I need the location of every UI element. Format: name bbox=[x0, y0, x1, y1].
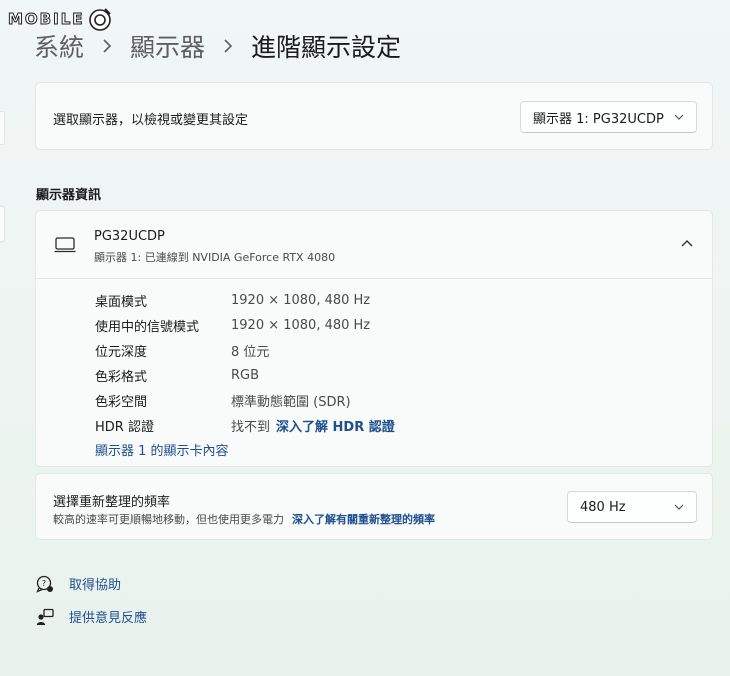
display-info-card: PG32UCDP 顯示器 1: 已連線到 NVIDIA GeForce RTX … bbox=[35, 210, 713, 467]
info-row-bit-depth: 位元深度 8 位元 bbox=[95, 338, 395, 363]
info-value: 標準動態範圍 (SDR) bbox=[231, 395, 351, 410]
chevron-right-icon bbox=[223, 38, 233, 54]
refresh-rate-learn-more-link[interactable]: 深入了解有關重新整理的頻率 bbox=[292, 513, 435, 526]
display-info-list: 桌面模式 1920 × 1080, 480 Hz 使用中的信號模式 1920 ×… bbox=[95, 288, 395, 438]
info-key: 使用中的信號模式 bbox=[95, 320, 200, 335]
give-feedback-link[interactable]: 提供意見反應 bbox=[36, 607, 147, 626]
select-display-card: 選取顯示器，以檢視或變更其設定 顯示器 1: PG32UCDP bbox=[35, 82, 713, 150]
get-help-label: 取得協助 bbox=[69, 578, 122, 593]
get-help-link[interactable]: ? 取得協助 bbox=[36, 574, 121, 593]
breadcrumb-item-system[interactable]: 系統 bbox=[34, 28, 84, 64]
info-value: 8 位元 bbox=[231, 345, 270, 360]
chevron-right-icon bbox=[102, 38, 112, 54]
nav-pane-edge bbox=[0, 206, 5, 242]
info-value: 1920 × 1080, 480 Hz bbox=[231, 318, 371, 333]
info-key: 色彩格式 bbox=[95, 370, 148, 385]
info-row-color-space: 色彩空間 標準動態範圍 (SDR) bbox=[95, 388, 395, 413]
info-row-color-format: 色彩格式 RGB bbox=[95, 363, 395, 388]
help-icon: ? bbox=[36, 575, 53, 593]
select-display-label: 選取顯示器，以檢視或變更其設定 bbox=[53, 113, 249, 128]
monitor-icon bbox=[54, 237, 76, 253]
chevron-down-icon bbox=[674, 504, 684, 510]
info-key: 位元深度 bbox=[95, 345, 148, 360]
refresh-rate-value: 480 Hz bbox=[580, 499, 626, 515]
refresh-rate-select[interactable]: 480 Hz bbox=[567, 491, 697, 523]
info-row-signal-mode: 使用中的信號模式 1920 × 1080, 480 Hz bbox=[95, 313, 395, 338]
monitor-name: PG32UCDP bbox=[94, 229, 165, 244]
give-feedback-label: 提供意見反應 bbox=[69, 611, 148, 626]
nav-pane-edge bbox=[0, 111, 5, 145]
refresh-rate-label: 選擇重新整理的頻率 bbox=[53, 495, 171, 510]
refresh-rate-card: 選擇重新整理的頻率 較高的速率可更順暢地移動，但也使用更多電力 深入了解有關重新整… bbox=[35, 473, 713, 540]
display-info-header[interactable]: PG32UCDP 顯示器 1: 已連線到 NVIDIA GeForce RTX … bbox=[36, 211, 712, 279]
info-key: 色彩空間 bbox=[95, 395, 148, 410]
hdr-learn-more-link[interactable]: 深入了解 HDR 認證 bbox=[276, 416, 395, 435]
info-value: 找不到 bbox=[231, 420, 271, 435]
chevron-up-icon[interactable] bbox=[680, 238, 694, 248]
info-value: RGB bbox=[231, 368, 260, 383]
breadcrumb-item-display[interactable]: 顯示器 bbox=[130, 28, 205, 64]
display-select[interactable]: 顯示器 1: PG32UCDP bbox=[520, 101, 697, 133]
info-key: HDR 認證 bbox=[95, 420, 154, 435]
monitor-connection: 顯示器 1: 已連線到 NVIDIA GeForce RTX 4080 bbox=[94, 251, 336, 264]
info-row-desktop-mode: 桌面模式 1920 × 1080, 480 Hz bbox=[95, 288, 395, 313]
page-title: 進階顯示設定 bbox=[251, 33, 402, 62]
svg-text:?: ? bbox=[42, 579, 46, 588]
refresh-rate-description: 較高的速率可更順暢地移動，但也使用更多電力 深入了解有關重新整理的頻率 bbox=[53, 511, 435, 527]
feedback-icon bbox=[36, 608, 54, 625]
chevron-down-icon bbox=[674, 114, 684, 120]
info-value: 1920 × 1080, 480 Hz bbox=[231, 293, 371, 308]
breadcrumb: 系統 顯示器 進階顯示設定 bbox=[34, 26, 401, 66]
display-select-value: 顯示器 1: PG32UCDP bbox=[533, 111, 664, 127]
section-title-display-info: 顯示器資訊 bbox=[36, 188, 102, 203]
adapter-properties-link[interactable]: 顯示器 1 的顯示卡內容 bbox=[95, 440, 229, 459]
info-row-hdr: HDR 認證 找不到 深入了解 HDR 認證 bbox=[95, 413, 395, 438]
refresh-rate-sub: 較高的速率可更順暢地移動，但也使用更多電力 bbox=[53, 513, 284, 526]
info-key: 桌面模式 bbox=[95, 295, 148, 310]
